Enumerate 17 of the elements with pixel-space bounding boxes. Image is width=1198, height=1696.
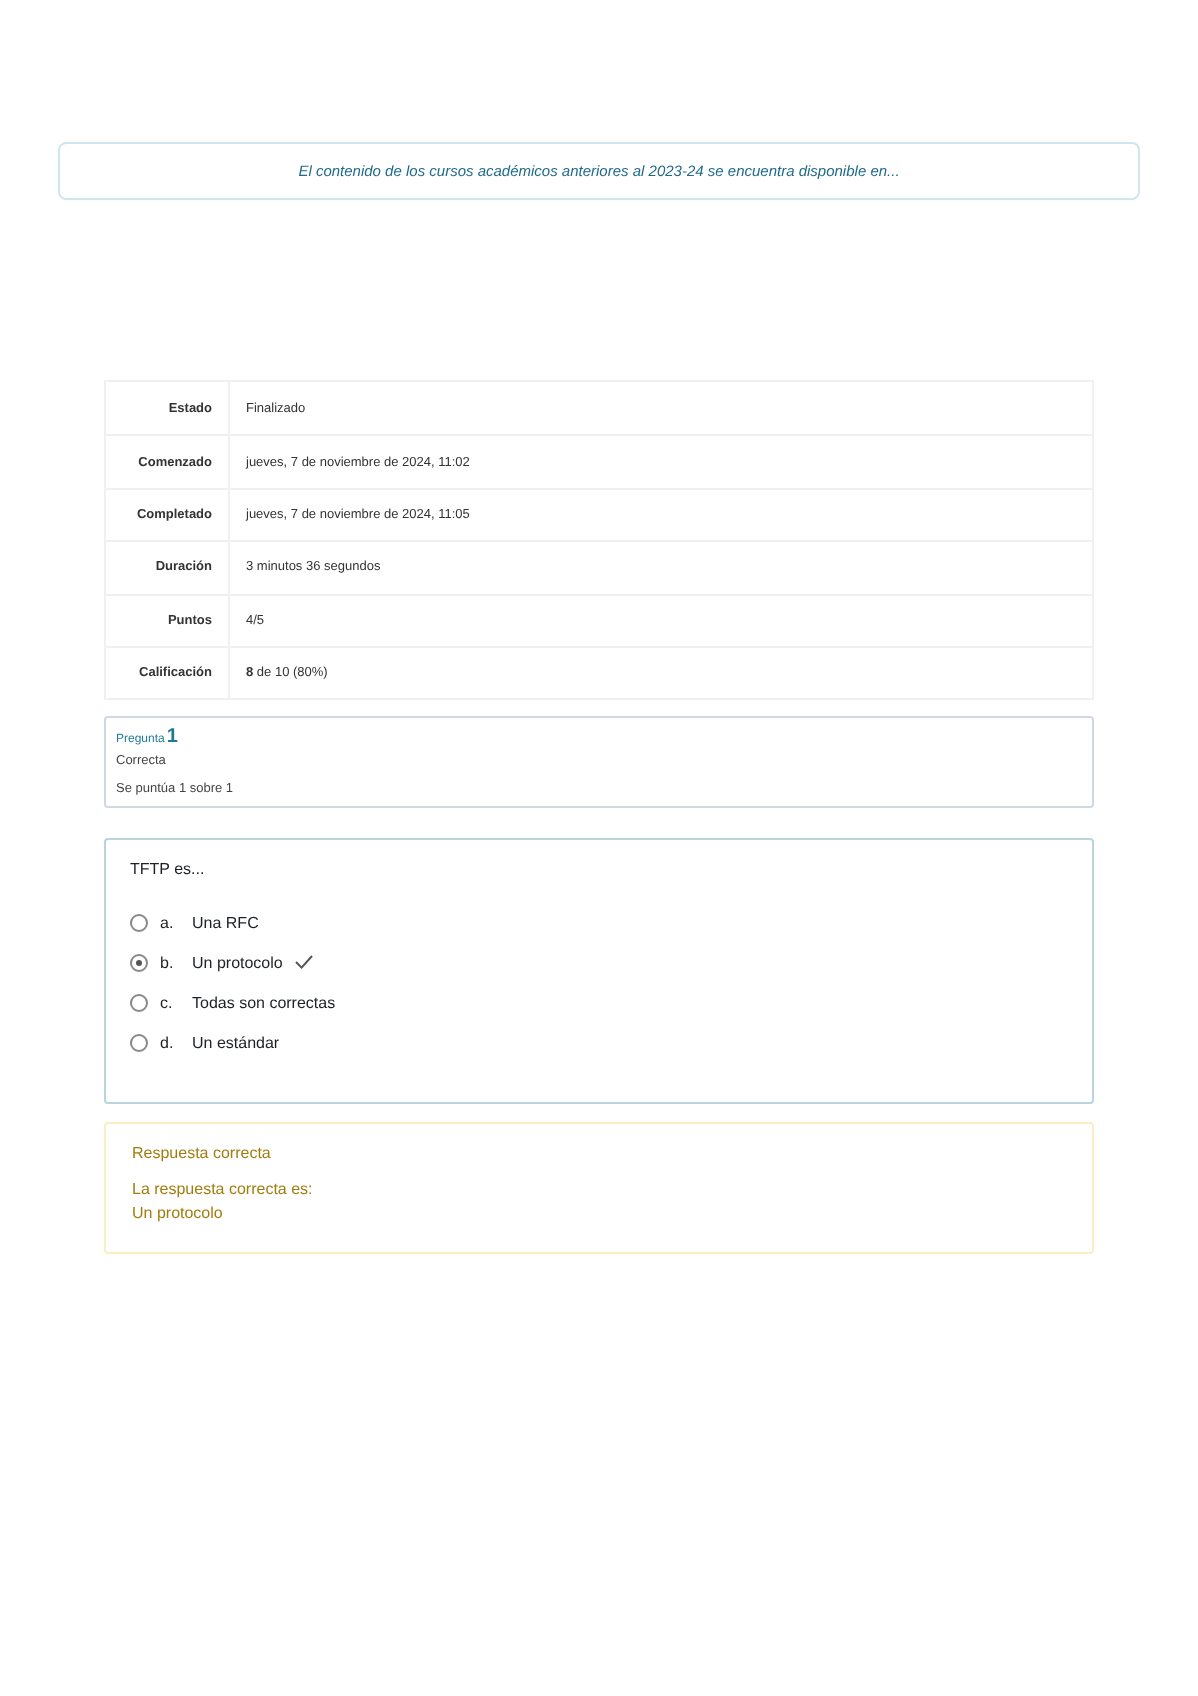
option-text: Un protocolo: [192, 953, 283, 972]
option-text: Todas son correctas: [192, 993, 336, 1012]
feedback-line: Un protocolo: [132, 1202, 225, 1227]
option-letter: c.: [160, 993, 175, 1012]
option-text: Una RFC: [192, 913, 259, 932]
option-text: Un estándar: [192, 1033, 280, 1052]
radio-button[interactable]: [130, 993, 148, 1012]
question-number: 1: [166, 726, 178, 749]
option-letter: b.: [160, 953, 176, 972]
feedback-title: Respuesta correcta: [132, 1144, 273, 1163]
radio-button[interactable]: [130, 953, 148, 972]
option-letter: d.: [160, 1033, 176, 1052]
option-letter: a.: [160, 913, 176, 932]
feedback-line: La respuesta correcta es:: [132, 1178, 315, 1203]
radio-button[interactable]: [130, 913, 148, 932]
question-text: TFTP es...: [130, 860, 207, 879]
radio-button[interactable]: [130, 1033, 148, 1052]
